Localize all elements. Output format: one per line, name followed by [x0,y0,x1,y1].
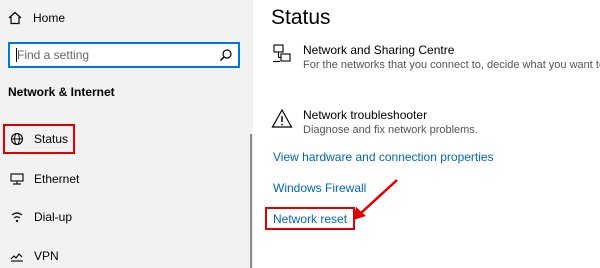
sidebar-item-vpn[interactable]: VPN [3,241,243,268]
home-nav-item[interactable]: Home [8,8,65,28]
scrollbar[interactable] [250,134,252,268]
entry-heading: Network troubleshooter [303,108,428,122]
search-input[interactable]: Find a setting [8,42,240,68]
sidebar-item-label: VPN [34,249,59,263]
home-label: Home [33,11,66,25]
search-icon[interactable] [219,48,233,62]
sidebar-item-label: Dial-up [34,210,73,224]
section-title: Network & Internet [8,85,115,99]
ethernet-icon [10,173,24,185]
dialup-icon [11,212,23,223]
home-icon [8,11,22,25]
page-title: Status [271,6,331,29]
entry-description: For the networks that you connect to, de… [303,59,600,71]
sidebar-item-ethernet[interactable]: Ethernet [3,164,243,194]
highlight-box-network-reset [265,207,355,230]
view-hardware-link[interactable]: View hardware and connection properties [273,150,494,164]
main-content: Status Network and Sharing Centre For th… [253,0,600,268]
windows-firewall-link[interactable]: Windows Firewall [273,181,366,195]
vpn-icon [10,253,23,262]
sidebar-item-dialup[interactable]: Dial-up [3,202,243,232]
entry-description: Diagnose and fix network problems. [303,124,478,136]
network-sharing-icon [273,44,291,63]
entry-heading: Network and Sharing Centre [303,43,455,57]
search-placeholder: Find a setting [17,48,90,62]
warning-icon [271,108,293,128]
highlight-box-status [3,124,75,154]
sidebar: Home Find a setting Network & Internet S… [0,0,253,268]
sidebar-item-label: Ethernet [34,172,80,186]
